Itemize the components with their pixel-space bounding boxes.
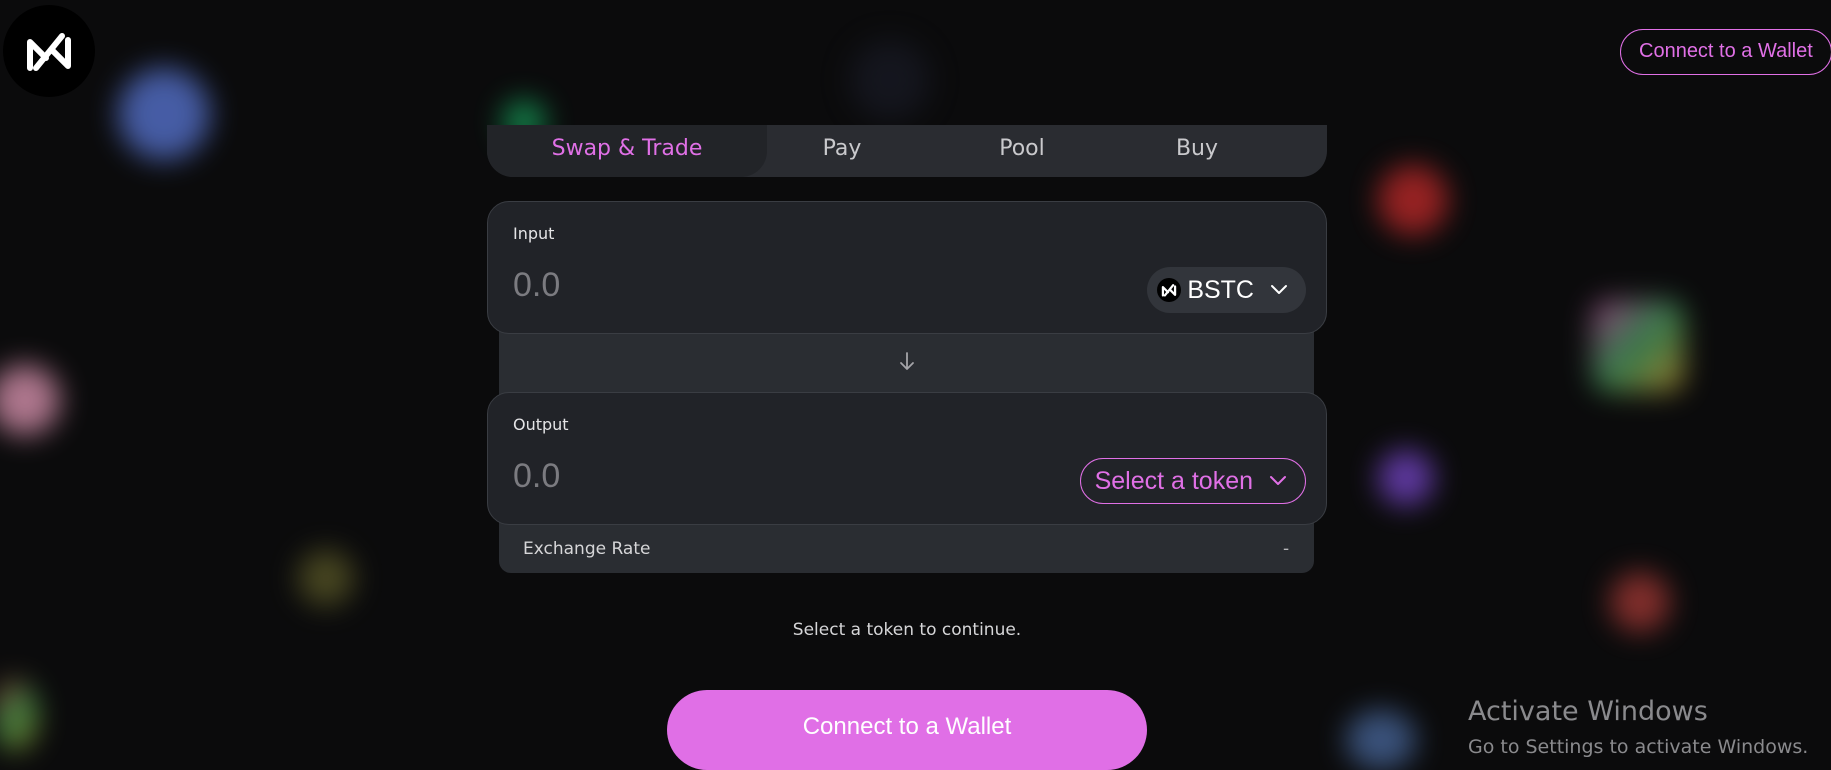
status-hint: Select a token to continue. — [792, 620, 1022, 640]
input-amount-field[interactable]: 0.0 — [513, 266, 560, 305]
select-token-button[interactable]: Select a token — [1079, 458, 1306, 504]
background-bubble — [1592, 300, 1684, 392]
tab-swap-trade[interactable]: Swap & Trade — [487, 125, 767, 177]
arrow-down-icon[interactable] — [897, 351, 917, 373]
exchange-rate-value: - — [1283, 539, 1290, 559]
windows-activation-title: Activate Windows — [1468, 696, 1708, 727]
background-bubble — [1346, 710, 1416, 770]
chevron-down-icon — [1271, 285, 1287, 294]
trade-tabs: Swap & Trade Pay Pool Buy — [487, 125, 1327, 177]
input-label: Input — [513, 224, 555, 243]
chevron-down-icon — [1270, 476, 1286, 485]
background-bubble — [0, 365, 60, 435]
windows-activation-subtitle: Go to Settings to activate Windows. — [1468, 736, 1809, 758]
output-amount-field[interactable]: 0.0 — [513, 457, 560, 496]
output-label: Output — [513, 415, 569, 434]
background-bubble — [850, 40, 930, 120]
output-card: Output 0.0 Select a token — [487, 392, 1327, 525]
header-connect-wallet-button[interactable]: Connect to a Wallet — [1620, 29, 1831, 75]
tab-pool[interactable]: Pool — [917, 125, 1127, 177]
exchange-rate-label: Exchange Rate — [523, 539, 651, 559]
select-token-label: Select a token — [1094, 466, 1253, 495]
background-bubble — [118, 68, 210, 160]
background-bubble — [1378, 450, 1434, 506]
input-token-symbol: BSTC — [1187, 275, 1254, 304]
tab-pay[interactable]: Pay — [767, 125, 917, 177]
brand-logo-icon — [27, 33, 71, 71]
input-card: Input 0.0 BSTC — [487, 201, 1327, 334]
bstc-token-icon — [1157, 278, 1182, 302]
connect-wallet-button[interactable]: Connect to a Wallet — [667, 690, 1147, 770]
background-bubble — [1378, 165, 1448, 235]
background-bubble — [0, 680, 38, 750]
input-token-selector[interactable]: BSTC — [1147, 267, 1306, 313]
brand-logo[interactable] — [3, 5, 95, 97]
background-bubble — [298, 550, 354, 606]
tab-buy[interactable]: Buy — [1127, 125, 1267, 177]
